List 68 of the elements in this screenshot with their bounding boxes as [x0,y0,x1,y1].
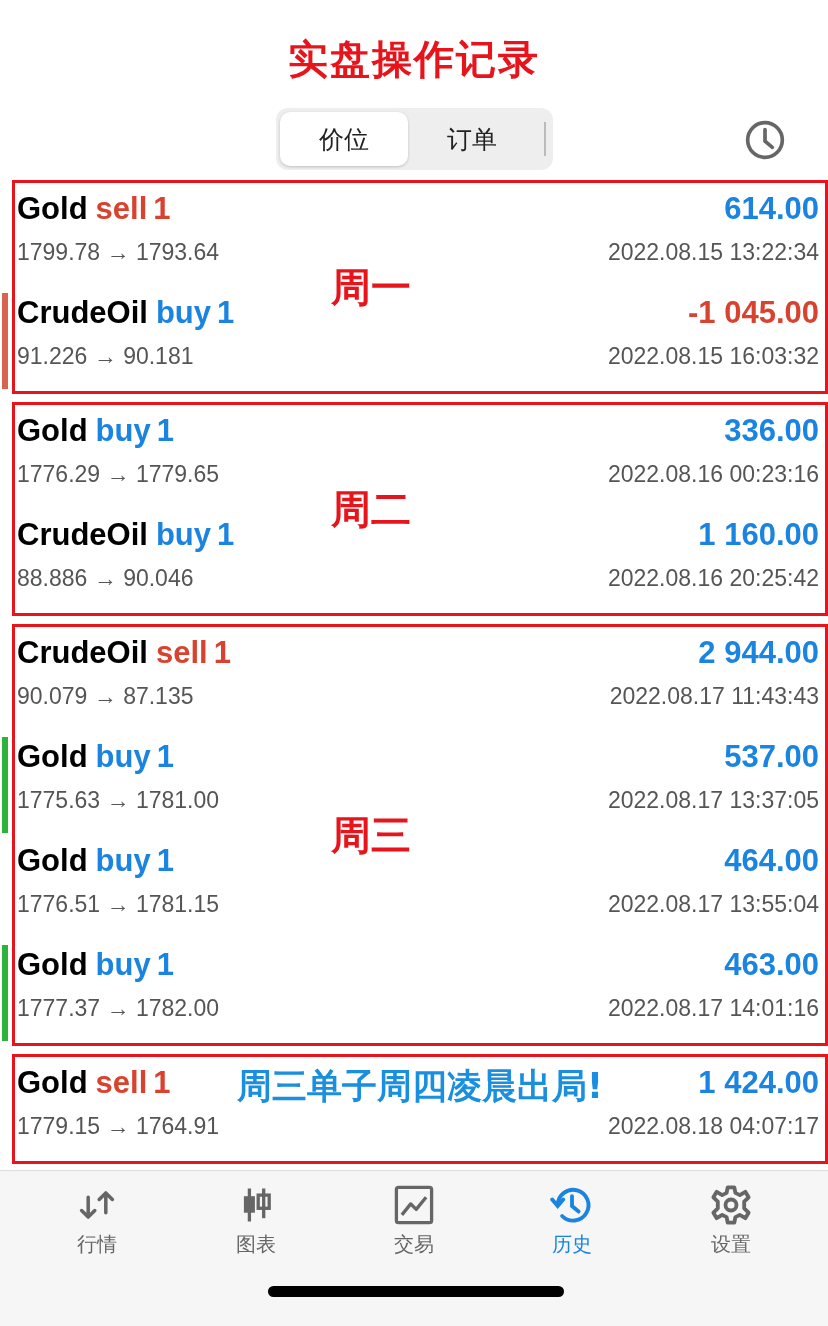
profit-value: 614.00 [724,191,819,227]
price-range: 91.226 → 90.181 [17,343,194,370]
order-side: buy [95,843,151,879]
segment-tab[interactable]: 订单 [407,112,536,166]
annotation-note: 周一 [331,262,412,312]
symbol-label: Gold [17,947,88,983]
nav-tab[interactable]: 交易 [363,1183,464,1282]
order-side: sell [95,1065,148,1101]
order-side: buy [155,295,212,331]
annotation-note: 周二 [331,484,412,534]
symbol-label: Gold [17,1065,88,1101]
order-side: buy [95,739,151,775]
symbol-label: CrudeOil [17,295,148,331]
volume-label: 1 [217,295,235,331]
symbol-label: Gold [17,413,88,449]
profit-value: 463.00 [724,947,819,983]
symbol-label: Gold [17,739,88,775]
volume-label: 1 [213,635,231,671]
price-range: 1775.63 → 1781.00 [17,787,220,814]
settings-icon [708,1183,753,1227]
profit-value: 2 944.00 [698,635,819,671]
nav-tab[interactable]: 设置 [680,1183,781,1282]
price-range: 1799.78 → 1793.64 [17,239,220,266]
volume-label: 1 [156,413,174,449]
profit-value: 1 160.00 [698,517,819,553]
close-time: 2022.08.17 14:01:16 [607,995,819,1022]
close-time: 2022.08.15 16:03:32 [607,343,819,370]
symbol-label: CrudeOil [17,635,148,671]
close-time: 2022.08.18 04:07:17 [607,1113,819,1140]
symbol-label: CrudeOil [17,517,148,553]
close-time: 2022.08.17 11:43:43 [609,683,819,710]
volume-label: 1 [156,947,174,983]
clock-icon[interactable] [744,119,786,161]
volume-label: 1 [156,739,174,775]
volume-label: 1 [217,517,235,553]
symbol-label: Gold [17,191,88,227]
close-time: 2022.08.17 13:37:05 [607,787,819,814]
price-range: 1777.37 → 1782.00 [17,995,220,1022]
order-side: sell [155,635,208,671]
segment-tab[interactable]: 价位 [279,112,408,166]
nav-tab[interactable]: 行情 [47,1183,148,1282]
volume-label: 1 [153,191,171,227]
price-range: 88.886 → 90.046 [17,565,194,592]
page-title: 实盘操作记录 [287,34,541,84]
order-side: sell [95,191,148,227]
profit-value: -1 045.00 [688,295,819,331]
profit-value: 464.00 [724,843,819,879]
order-side: buy [95,947,151,983]
price-range: 1776.29 → 1779.65 [17,461,220,488]
volume-label: 1 [153,1065,171,1101]
close-time: 2022.08.16 20:25:42 [607,565,819,592]
annotation-note: 周三 [331,810,412,860]
order-side: buy [155,517,212,553]
price-range: 1779.15 → 1764.91 [17,1113,220,1140]
order-side: buy [95,413,151,449]
profit-value: 537.00 [724,739,819,775]
close-time: 2022.08.15 13:22:34 [607,239,819,266]
price-range: 1776.51 → 1781.15 [17,891,220,918]
profit-value: 336.00 [724,413,819,449]
price-range: 90.079 → 87.135 [17,683,194,710]
volume-label: 1 [156,843,174,879]
profit-value: 1 424.00 [698,1065,819,1101]
nav-tab[interactable]: 图表 [205,1183,306,1282]
symbol-label: Gold [17,843,88,879]
annotation-note: 周三单子周四凌晨出局! [237,1065,603,1108]
nav-tab[interactable]: 历史 [522,1183,623,1282]
close-time: 2022.08.16 00:23:16 [607,461,819,488]
close-time: 2022.08.17 13:55:04 [607,891,819,918]
